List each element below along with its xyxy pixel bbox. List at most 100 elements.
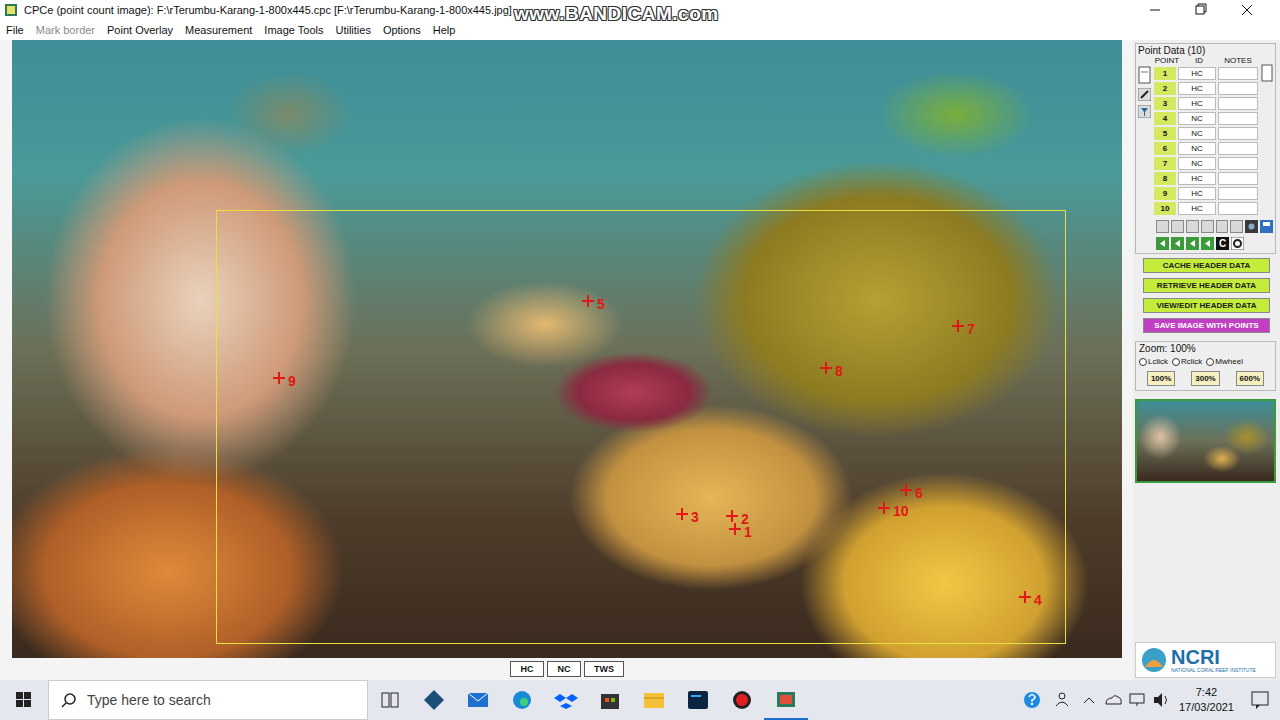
help-icon[interactable] (1017, 680, 1047, 720)
volume-icon[interactable] (1149, 680, 1173, 720)
tray-chevron-icon[interactable] (1077, 680, 1101, 720)
point-marker[interactable]: 6 (900, 480, 923, 500)
id-cell[interactable]: HC (1178, 82, 1216, 95)
c-button[interactable]: C (1216, 237, 1229, 250)
id-cell[interactable]: HC (1178, 172, 1216, 185)
id-cell[interactable]: HC (1178, 97, 1216, 110)
point-marker[interactable]: 5 (582, 291, 605, 311)
point-marker[interactable]: 7 (952, 316, 975, 336)
menu-item[interactable]: File (6, 24, 24, 36)
page-icon[interactable] (1138, 66, 1151, 84)
table-row[interactable]: 6NC (1154, 141, 1258, 156)
search-box[interactable]: Type here to search (48, 680, 368, 720)
photoshop-icon[interactable] (676, 680, 720, 720)
thumbnail[interactable] (1135, 399, 1276, 483)
point-marker[interactable]: 4 (1019, 587, 1042, 607)
page-right-icon[interactable] (1261, 64, 1273, 82)
id-cell[interactable]: NC (1178, 157, 1216, 170)
point-marker[interactable]: 8 (820, 358, 843, 378)
point-marker[interactable]: 3 (676, 504, 699, 524)
notes-cell[interactable] (1218, 67, 1258, 80)
header-button[interactable]: RETRIEVE HEADER DATA (1143, 278, 1270, 293)
people-icon[interactable] (1047, 680, 1077, 720)
notes-cell[interactable] (1218, 142, 1258, 155)
zoom-mode[interactable]: Lclick (1139, 357, 1168, 366)
notes-cell[interactable] (1218, 157, 1258, 170)
dropbox-icon[interactable] (544, 680, 588, 720)
table-row[interactable]: 3HC (1154, 96, 1258, 111)
table-row[interactable]: 1HC (1154, 66, 1258, 81)
nav-arrow-icon[interactable] (1186, 237, 1199, 250)
pencil-icon[interactable] (1138, 88, 1151, 101)
coral-photo[interactable]: 12345678910 (12, 40, 1122, 658)
mail-icon[interactable] (456, 680, 500, 720)
gear-icon[interactable] (1231, 237, 1244, 250)
store-icon[interactable] (588, 680, 632, 720)
tool-button[interactable] (1201, 220, 1214, 233)
camera-icon[interactable] (1245, 220, 1258, 233)
id-cell[interactable]: NC (1178, 142, 1216, 155)
notes-cell[interactable] (1218, 112, 1258, 125)
nav-arrow-icon[interactable] (1201, 237, 1214, 250)
tool-button[interactable] (1216, 220, 1229, 233)
table-row[interactable]: 9HC (1154, 186, 1258, 201)
zoom-preset-button[interactable]: 600% (1236, 371, 1264, 386)
id-cell[interactable]: NC (1178, 112, 1216, 125)
notification-icon[interactable] (1240, 680, 1280, 720)
table-row[interactable]: 4NC (1154, 111, 1258, 126)
notes-cell[interactable] (1218, 172, 1258, 185)
minimize-icon[interactable] (1132, 0, 1178, 20)
notes-cell[interactable] (1218, 97, 1258, 110)
menu-item[interactable]: Options (383, 24, 421, 36)
point-marker[interactable]: 10 (878, 498, 909, 518)
zoom-mode[interactable]: Mwheel (1206, 357, 1243, 366)
id-cell[interactable]: HC (1178, 67, 1216, 80)
cpce-app-icon[interactable] (764, 680, 808, 720)
menu-item[interactable]: Point Overlay (107, 24, 173, 36)
category-button[interactable]: NC (547, 661, 581, 677)
table-row[interactable]: 5NC (1154, 126, 1258, 141)
windows-start-icon[interactable] (0, 680, 48, 720)
nav-arrow-icon[interactable] (1171, 237, 1184, 250)
tool-button[interactable] (1156, 220, 1169, 233)
point-marker[interactable]: 9 (273, 368, 296, 388)
menu-item[interactable]: Mark border (36, 24, 95, 36)
tool-button[interactable] (1186, 220, 1199, 233)
close-icon[interactable] (1224, 0, 1270, 20)
network-icon[interactable] (1125, 680, 1149, 720)
zoom-preset-button[interactable]: 300% (1191, 371, 1219, 386)
record-icon[interactable] (720, 680, 764, 720)
table-row[interactable]: 8HC (1154, 171, 1258, 186)
tool-button[interactable] (1230, 220, 1243, 233)
notes-cell[interactable] (1218, 127, 1258, 140)
nav-arrow-icon[interactable] (1156, 237, 1169, 250)
category-button[interactable]: TWS (584, 661, 624, 677)
id-cell[interactable]: HC (1178, 202, 1216, 215)
menu-item[interactable]: Utilities (335, 24, 370, 36)
notes-cell[interactable] (1218, 202, 1258, 215)
header-button[interactable]: CACHE HEADER DATA (1143, 258, 1270, 273)
notes-cell[interactable] (1218, 187, 1258, 200)
menu-item[interactable]: Measurement (185, 24, 252, 36)
app-diamond-icon[interactable] (412, 680, 456, 720)
category-button[interactable]: HC (510, 661, 544, 677)
cloud-icon[interactable] (1101, 680, 1125, 720)
id-cell[interactable]: HC (1178, 187, 1216, 200)
save-icon[interactable] (1260, 220, 1273, 233)
clock[interactable]: 7:4217/03/2021 (1173, 685, 1240, 715)
table-row[interactable]: 2HC (1154, 81, 1258, 96)
zoom-preset-button[interactable]: 100% (1147, 371, 1175, 386)
menu-item[interactable]: Help (433, 24, 456, 36)
point-marker[interactable]: 2 (726, 506, 749, 526)
tool-button[interactable] (1171, 220, 1184, 233)
header-button[interactable]: SAVE IMAGE WITH POINTS (1143, 318, 1270, 333)
restore-icon[interactable] (1178, 0, 1224, 20)
menu-item[interactable]: Image Tools (264, 24, 323, 36)
filter-icon[interactable] (1138, 105, 1151, 118)
zoom-mode[interactable]: Rclick (1172, 357, 1202, 366)
task-view-icon[interactable] (368, 680, 412, 720)
header-button[interactable]: VIEW/EDIT HEADER DATA (1143, 298, 1270, 313)
notes-cell[interactable] (1218, 82, 1258, 95)
table-row[interactable]: 10HC (1154, 201, 1258, 216)
table-row[interactable]: 7NC (1154, 156, 1258, 171)
